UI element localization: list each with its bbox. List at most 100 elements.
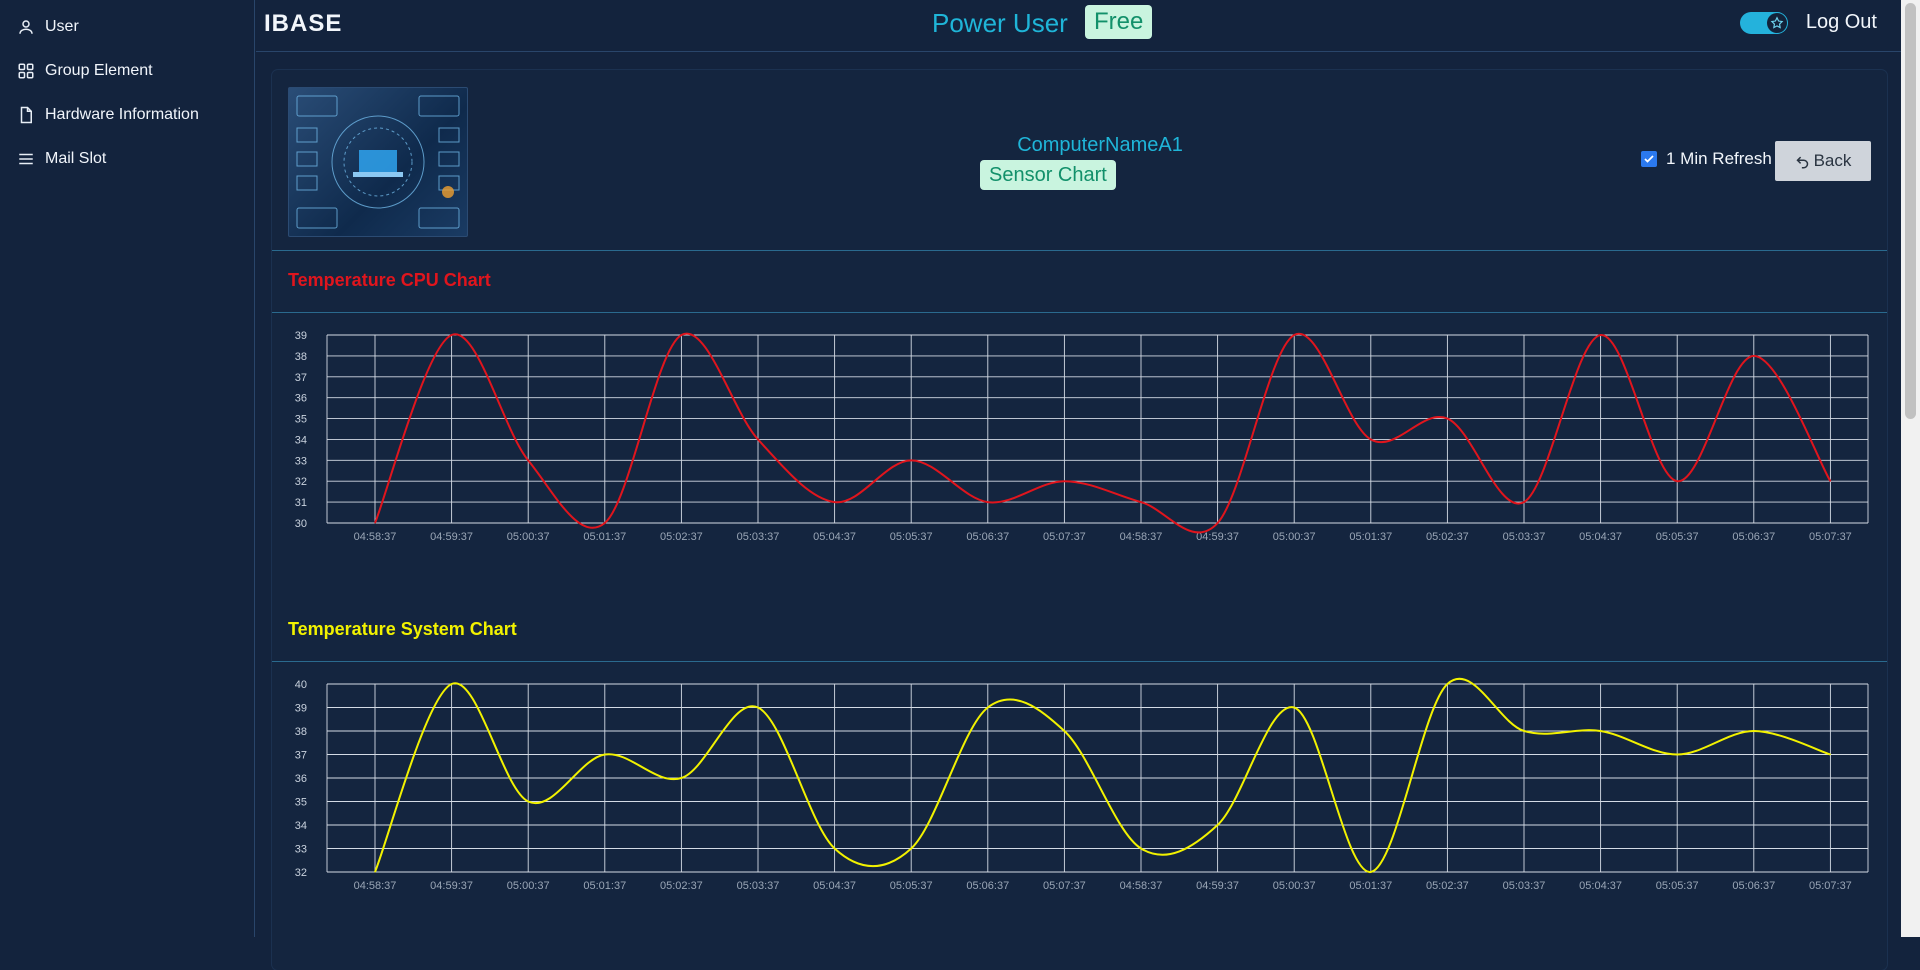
x-tick-label: 05:03:37 xyxy=(737,880,780,892)
data-point xyxy=(604,522,606,524)
x-tick-label: 05:01:37 xyxy=(1349,531,1392,543)
x-tick-label: 05:06:37 xyxy=(966,531,1009,543)
x-tick-label: 05:03:37 xyxy=(737,531,780,543)
scrollbar-thumb[interactable] xyxy=(1905,3,1916,419)
sidebar-item-mail-slot[interactable]: Mail Slot xyxy=(0,137,254,181)
x-tick-label: 04:58:37 xyxy=(354,880,397,892)
theme-toggle[interactable] xyxy=(1740,12,1788,34)
x-tick-label: 05:00:37 xyxy=(507,531,550,543)
star-icon xyxy=(1770,16,1784,29)
y-tick-label: 32 xyxy=(295,476,307,488)
y-tick-label: 35 xyxy=(295,414,307,426)
sidebar: User Group Element Hardware Information … xyxy=(0,0,255,937)
data-point xyxy=(1676,754,1678,755)
x-tick-label: 05:06:37 xyxy=(1732,531,1775,543)
y-tick-label: 40 xyxy=(295,679,307,691)
x-tick-label: 05:05:37 xyxy=(1656,880,1699,892)
y-tick-label: 37 xyxy=(295,750,307,762)
cpu-temperature-chart: 30 31 32 33 34 35 36 37 38 39 04:58:37 04:59:37 05:0… xyxy=(295,330,1869,543)
x-tick-label: 05:07:37 xyxy=(1809,880,1852,892)
data-point xyxy=(1523,730,1525,732)
y-tick-label: 33 xyxy=(295,844,307,856)
document-icon xyxy=(20,106,32,124)
toggle-knob xyxy=(1767,13,1787,33)
data-point xyxy=(680,334,682,336)
data-point xyxy=(910,459,912,461)
y-tick-label: 34 xyxy=(295,434,307,446)
header-divider xyxy=(272,250,1887,251)
data-point xyxy=(374,522,376,524)
y-tick-label: 30 xyxy=(295,518,307,530)
sidebar-item-label: User xyxy=(45,18,79,35)
data-point xyxy=(1063,480,1065,482)
x-tick-label: 04:59:37 xyxy=(1196,880,1239,892)
x-tick-label: 04:58:37 xyxy=(354,531,397,543)
data-point xyxy=(1600,730,1602,732)
x-tick-label: 05:00:37 xyxy=(1273,880,1316,892)
y-tick-label: 33 xyxy=(295,455,307,467)
x-tick-label: 05:05:37 xyxy=(1656,531,1699,543)
back-button[interactable]: Back xyxy=(1775,141,1871,181)
dashboard-illustration xyxy=(296,95,460,229)
back-label: Back xyxy=(1813,151,1852,170)
data-point xyxy=(1370,438,1372,440)
data-point xyxy=(527,459,529,461)
x-tick-label: 04:59:37 xyxy=(430,531,473,543)
y-tick-label: 34 xyxy=(295,820,307,832)
data-point xyxy=(834,501,836,503)
refresh-toggle[interactable]: 1 Min Refresh xyxy=(1641,149,1772,169)
data-point xyxy=(1676,480,1678,482)
data-point xyxy=(1293,334,1295,336)
sensor-card: ComputerNameA1 Sensor Chart 1 Min Refres… xyxy=(272,70,1887,970)
data-point xyxy=(1063,730,1065,732)
user-role-title: Power User xyxy=(932,8,1068,38)
x-tick-label: 05:01:37 xyxy=(1349,880,1392,892)
data-point xyxy=(1140,501,1142,503)
chart-grid xyxy=(326,334,1869,524)
data-point xyxy=(1523,501,1525,503)
sidebar-item-label: Mail Slot xyxy=(45,150,107,167)
sidebar-item-group-element[interactable]: Group Element xyxy=(0,49,254,93)
refresh-checkbox[interactable] xyxy=(1641,151,1657,167)
system-chart-title: Temperature System Chart xyxy=(288,619,517,639)
x-tick-label: 05:02:37 xyxy=(1426,880,1469,892)
x-tick-label: 05:01:37 xyxy=(583,880,626,892)
data-point xyxy=(451,683,453,685)
x-tick-label: 04:58:37 xyxy=(1120,880,1163,892)
data-point xyxy=(1140,848,1142,849)
sidebar-item-label: Hardware Information xyxy=(45,106,199,123)
check-icon xyxy=(1644,155,1654,163)
x-tick-label: 05:02:37 xyxy=(660,880,703,892)
data-point xyxy=(834,848,836,849)
x-tick-label: 05:04:37 xyxy=(813,880,856,892)
sidebar-item-hardware-information[interactable]: Hardware Information xyxy=(0,93,254,137)
y-tick-label: 36 xyxy=(295,393,307,405)
x-tick-label: 05:06:37 xyxy=(966,880,1009,892)
data-point xyxy=(1446,418,1448,420)
data-point xyxy=(374,871,376,873)
user-icon xyxy=(19,20,33,34)
x-tick-label: 05:00:37 xyxy=(1273,531,1316,543)
data-point xyxy=(987,501,989,503)
x-tick-label: 05:07:37 xyxy=(1043,531,1086,543)
x-tick-label: 05:05:37 xyxy=(890,880,933,892)
sidebar-item-user[interactable]: User xyxy=(0,5,254,49)
x-tick-label: 04:58:37 xyxy=(1120,531,1163,543)
grid-icon xyxy=(18,63,34,79)
brand-logo[interactable]: IBASE xyxy=(264,10,342,38)
sidebar-item-label: Group Element xyxy=(45,62,153,79)
y-tick-label: 32 xyxy=(295,867,307,879)
data-point xyxy=(527,801,529,802)
computer-name: ComputerNameA1 xyxy=(1017,134,1183,156)
chart-grid xyxy=(326,683,1869,873)
cpu-title-divider xyxy=(272,312,1887,313)
data-point xyxy=(1829,480,1831,482)
x-tick-label: 05:06:37 xyxy=(1732,880,1775,892)
logout-button[interactable]: Log Out xyxy=(1806,11,1877,34)
page-scrollbar[interactable] xyxy=(1901,0,1920,937)
y-tick-label: 35 xyxy=(295,797,307,809)
y-tick-label: 36 xyxy=(295,773,307,785)
data-point xyxy=(757,707,759,708)
y-tick-label: 38 xyxy=(295,726,307,738)
data-point xyxy=(1446,683,1448,685)
